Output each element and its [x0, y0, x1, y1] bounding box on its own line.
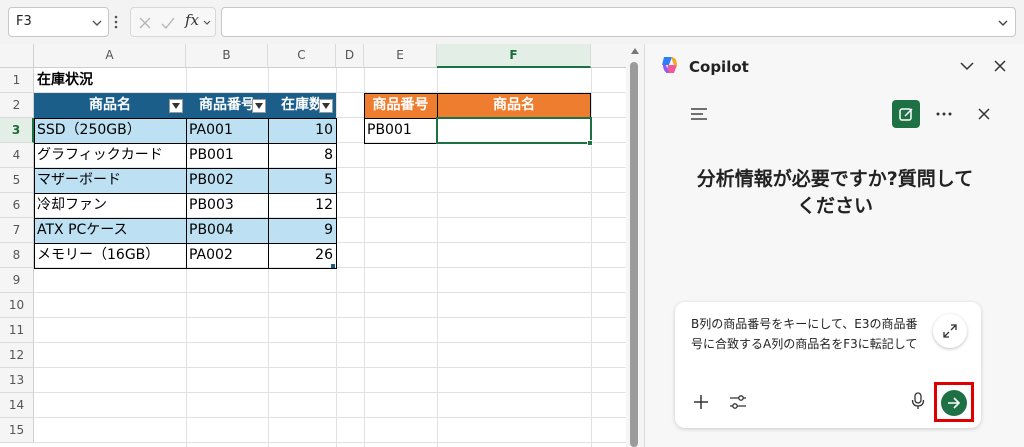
row-header-14[interactable]: 14: [0, 393, 34, 418]
gridline: [34, 292, 626, 293]
gridline: [34, 367, 626, 368]
new-chat-icon: [899, 108, 913, 121]
check-icon[interactable]: [160, 15, 176, 31]
row-header-10[interactable]: 10: [0, 293, 34, 318]
copilot-prompt-heading: 分析情報が必要ですか?質問して ください: [659, 166, 1011, 220]
insert-function-icon[interactable]: fx: [185, 11, 199, 29]
row-header-7[interactable]: 7: [0, 218, 34, 243]
table-cell[interactable]: 5: [268, 168, 336, 193]
table-cell[interactable]: 10: [268, 118, 336, 143]
gridline: [336, 68, 337, 447]
column-header-c[interactable]: C: [268, 44, 336, 68]
sheet-title[interactable]: 在庫状況: [34, 68, 186, 93]
row-header-6[interactable]: 6: [0, 193, 34, 218]
more-icon[interactable]: [935, 106, 953, 122]
column-header-e[interactable]: E: [364, 44, 437, 68]
copilot-title: Copilot: [689, 58, 749, 76]
table-cell[interactable]: SSD（250GB）: [34, 118, 186, 143]
lookup-header-code[interactable]: 商品番号: [364, 93, 437, 118]
filter-dropdown-icon[interactable]: [319, 99, 333, 113]
table-cell[interactable]: マザーボード: [34, 168, 186, 193]
chevron-down-icon[interactable]: [91, 17, 103, 29]
name-box[interactable]: F3: [8, 7, 109, 37]
copilot-input-text[interactable]: B列の商品番号をキーにして、E3の商品番号に合致するA列の商品名をF3に転記して: [691, 314, 927, 354]
row-header-1[interactable]: 1: [0, 68, 34, 93]
plus-icon[interactable]: [693, 394, 709, 410]
gridline: [34, 442, 626, 443]
table-cell[interactable]: PB001: [186, 143, 268, 168]
scrollbar-thumb[interactable]: [630, 62, 638, 447]
row-header-8[interactable]: 8: [0, 243, 34, 268]
column-header-a[interactable]: A: [34, 44, 186, 68]
prompt-heading-line1: 分析情報が必要ですか?質問して: [696, 168, 974, 190]
table-cell[interactable]: 12: [268, 193, 336, 218]
chevron-down-icon[interactable]: [202, 18, 212, 28]
column-header-f[interactable]: F: [437, 44, 591, 68]
row-header-9[interactable]: 9: [0, 268, 34, 293]
fill-handle[interactable]: [587, 140, 593, 146]
table-cell[interactable]: 26: [268, 243, 336, 268]
copilot-input-box[interactable]: B列の商品番号をキーにして、E3の商品番号に合致するA列の商品名をF3に転記して: [675, 302, 981, 428]
scroll-up-icon[interactable]: [631, 48, 639, 54]
table-cell[interactable]: メモリー（16GB）: [34, 243, 186, 268]
row-header-12[interactable]: 12: [0, 343, 34, 368]
column-header-g[interactable]: [591, 44, 626, 68]
selected-cell-f3[interactable]: [436, 117, 592, 144]
menu-icon[interactable]: [689, 106, 709, 122]
table-resize-handle[interactable]: [331, 264, 335, 268]
table-cell[interactable]: 8: [268, 143, 336, 168]
select-all-corner[interactable]: [0, 44, 34, 68]
row-header-4[interactable]: 4: [0, 143, 34, 168]
expand-formula-icon[interactable]: [997, 17, 1009, 29]
table-cell[interactable]: グラフィックカード: [34, 143, 186, 168]
table-cell[interactable]: PB002: [186, 168, 268, 193]
formula-input[interactable]: [221, 7, 1016, 37]
formula-bar: F3 fx: [0, 0, 1024, 44]
send-button[interactable]: [941, 390, 967, 416]
lookup-code-cell[interactable]: PB001: [364, 118, 437, 143]
prompt-heading-line2: ください: [796, 195, 873, 217]
row-header-2[interactable]: 2: [0, 93, 34, 118]
row-header-3[interactable]: 3: [0, 118, 34, 143]
gridline: [34, 392, 626, 393]
filter-dropdown-icon[interactable]: [169, 99, 183, 113]
gridline: [34, 417, 626, 418]
cancel-icon[interactable]: [137, 15, 153, 31]
row-header-11[interactable]: 11: [0, 318, 34, 343]
spreadsheet-grid[interactable]: A B C D E F 1 2 3 4 5 6 7 8 9 10 11 12 1…: [0, 44, 626, 447]
table-cell[interactable]: PA001: [186, 118, 268, 143]
table-cell[interactable]: 冷却ファン: [34, 193, 186, 218]
copilot-pane: Copilot 分析情報が必要ですか?質問して ください B列の商品番号をキーに…: [644, 44, 1024, 447]
vertical-scrollbar[interactable]: [626, 44, 644, 447]
more-options-icon[interactable]: [114, 13, 118, 31]
table-cell[interactable]: PB004: [186, 218, 268, 243]
formula-actions: fx: [130, 7, 216, 37]
gridline: [34, 342, 626, 343]
close-icon[interactable]: [976, 106, 992, 122]
gridline: [34, 317, 626, 318]
mic-icon[interactable]: [911, 392, 925, 410]
row-header-13[interactable]: 13: [0, 368, 34, 393]
expand-button[interactable]: [933, 314, 967, 348]
table-cell[interactable]: 9: [268, 218, 336, 243]
table-cell[interactable]: PB003: [186, 193, 268, 218]
lookup-header-name[interactable]: 商品名: [437, 93, 591, 118]
send-icon: [948, 397, 961, 409]
new-chat-button[interactable]: [892, 100, 920, 128]
table-header-product-name[interactable]: 商品名: [34, 93, 186, 118]
table-cell[interactable]: PA002: [186, 243, 268, 268]
filter-dropdown-icon[interactable]: [252, 99, 266, 113]
copilot-logo-icon: [662, 57, 677, 73]
column-header-d[interactable]: D: [336, 44, 364, 68]
name-box-value: F3: [16, 14, 32, 29]
table-cell[interactable]: ATX PCケース: [34, 218, 186, 243]
row-header-5[interactable]: 5: [0, 168, 34, 193]
close-icon[interactable]: [992, 58, 1008, 74]
expand-icon: [943, 324, 957, 338]
minimize-icon[interactable]: [959, 58, 975, 74]
column-header-b[interactable]: B: [186, 44, 268, 68]
row-header-15[interactable]: 15: [0, 418, 34, 443]
settings-icon[interactable]: [729, 394, 747, 410]
send-button-highlight: [934, 382, 974, 422]
